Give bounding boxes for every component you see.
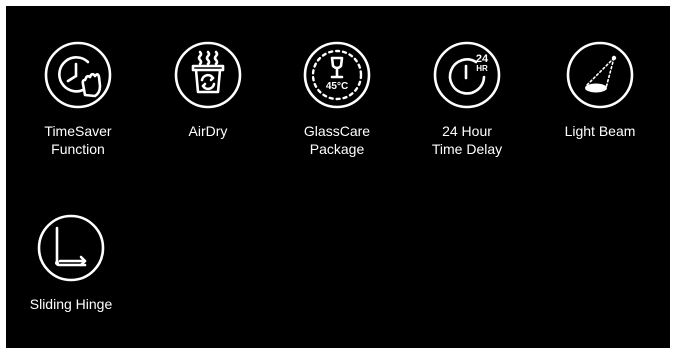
feature-airdry: AirDry — [143, 40, 273, 140]
feature-light-beam: Light Beam — [535, 40, 665, 140]
feature-sliding-hinge: Sliding Hinge — [6, 213, 136, 313]
feature-label-sliding-hinge: Sliding Hinge — [29, 296, 113, 312]
feature-label-timesaver: TimeSaver Function — [44, 123, 112, 157]
feature-time-delay: 24 HR 24 Hour Time Delay — [402, 40, 532, 158]
clock-24hr-icon: 24 HR — [432, 40, 502, 110]
clock-hand-icon — [43, 40, 113, 110]
glasscare-temp-text: 45°C — [326, 81, 348, 92]
feature-label-airdry: AirDry — [188, 123, 228, 139]
feature-timesaver: TimeSaver Function — [13, 40, 143, 158]
feature-label-glasscare: GlassCare Package — [303, 123, 371, 157]
feature-label-light-beam: Light Beam — [564, 123, 636, 139]
feature-panel: TimeSaver Function AirDry 45°C GlassCare… — [6, 6, 670, 348]
feature-label-time-delay: 24 Hour Time Delay — [431, 123, 503, 157]
feature-glasscare: 45°C GlassCare Package — [272, 40, 402, 158]
airdry-basket-icon — [173, 40, 243, 110]
wine-glass-45c-icon: 45°C — [302, 40, 372, 110]
light-beam-icon — [565, 40, 635, 110]
sliding-hinge-icon — [36, 213, 106, 283]
delay-unit-text: HR — [476, 64, 488, 73]
